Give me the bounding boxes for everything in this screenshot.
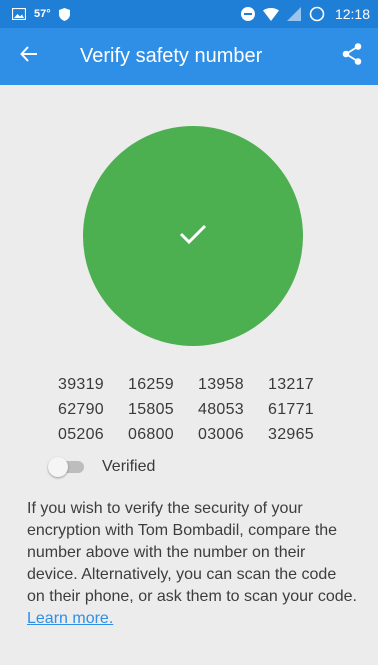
temperature-text: 57° (34, 8, 51, 20)
page-title: Verify safety number (80, 45, 263, 67)
share-icon (342, 43, 362, 70)
toggle-thumb (48, 457, 68, 477)
safety-number-group: 13958 (198, 376, 244, 393)
verification-description: If you wish to verify the security of yo… (27, 498, 357, 630)
signal-icon (286, 7, 301, 21)
status-bar: 57° 12:18 (0, 0, 378, 28)
check-icon (179, 223, 207, 250)
verified-label: Verified (102, 458, 156, 475)
safety-number-group: 05206 (58, 426, 104, 443)
do-not-disturb-icon (240, 7, 255, 21)
qr-code-verified[interactable] (83, 126, 303, 346)
app-bar: Verify safety number (0, 28, 378, 85)
safety-number-group: 62790 (58, 401, 104, 418)
wifi-icon (262, 7, 279, 21)
safety-number-group: 32965 (268, 426, 314, 443)
safety-number-group: 39319 (58, 376, 104, 393)
battery-icon (309, 6, 325, 22)
safety-number-group: 61771 (268, 401, 314, 418)
safety-number-grid: 39319 16259 13958 13217 62790 15805 4805… (58, 373, 338, 446)
share-button[interactable] (326, 28, 378, 85)
safety-number-group: 48053 (198, 401, 244, 418)
clock-text: 12:18 (334, 6, 370, 22)
safety-number-group: 13217 (268, 376, 314, 393)
shield-icon (58, 7, 70, 21)
verified-toggle[interactable] (48, 457, 86, 477)
safety-number-group: 03006 (198, 426, 244, 443)
verified-row: Verified (48, 455, 156, 479)
learn-more-link[interactable]: Learn more. (27, 610, 113, 627)
image-icon (12, 8, 26, 20)
safety-number-group: 06800 (128, 426, 174, 443)
arrow-back-icon (20, 45, 38, 68)
description-text: If you wish to verify the security of yo… (27, 500, 357, 605)
back-button[interactable] (0, 28, 58, 85)
safety-number-group: 15805 (128, 401, 174, 418)
safety-number-group: 16259 (128, 376, 174, 393)
